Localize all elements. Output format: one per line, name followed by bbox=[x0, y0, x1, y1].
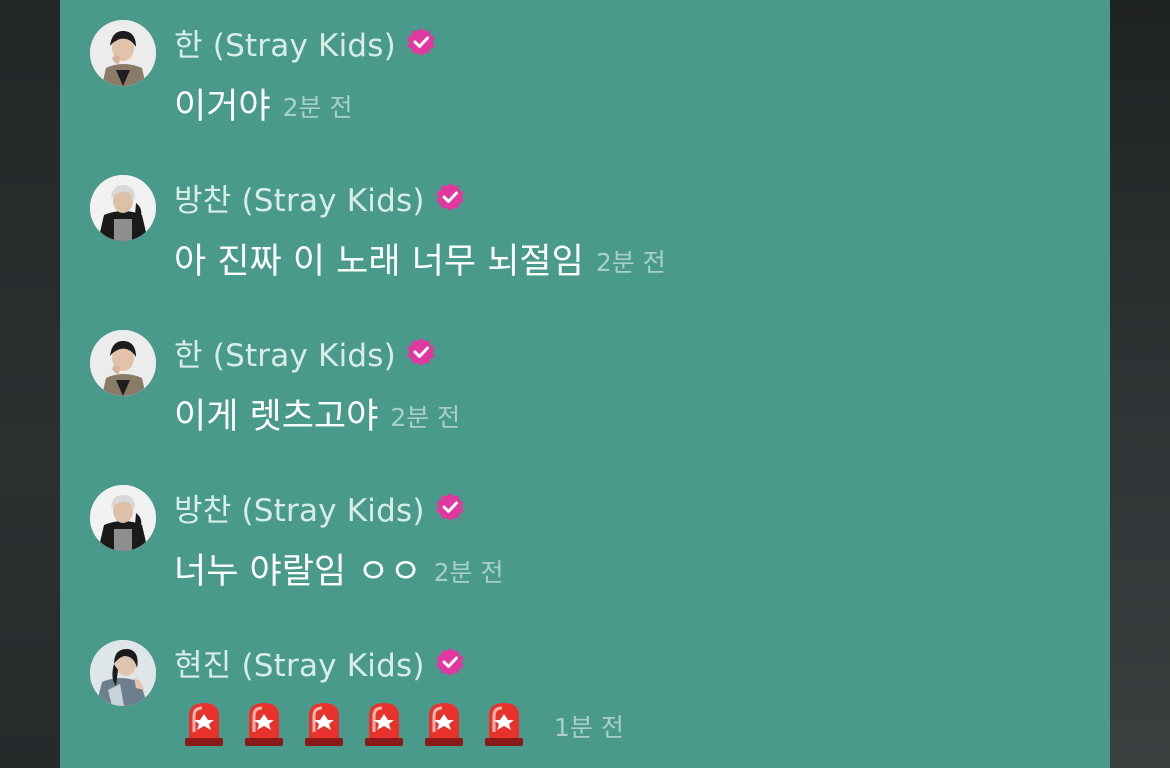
siren-icon bbox=[482, 698, 526, 748]
background-right-edge bbox=[1110, 0, 1170, 768]
message-text: 아 진짜 이 노래 너무 뇌절임 bbox=[174, 241, 584, 282]
author-name[interactable]: 방찬 (Stray Kids) bbox=[174, 175, 425, 220]
author-name[interactable]: 현진 (Stray Kids) bbox=[174, 640, 425, 685]
message-time: 2분 전 bbox=[390, 403, 461, 432]
verified-badge-icon bbox=[435, 492, 465, 522]
chat-panel[interactable]: 한 (Stray Kids) 이거야 2분 전 방찬 (Stray Kids) … bbox=[60, 0, 1110, 768]
message-time: 2분 전 bbox=[433, 558, 504, 587]
message-time: 1분 전 bbox=[554, 713, 624, 742]
message-time: 2분 전 bbox=[282, 93, 353, 122]
message-time: 2분 전 bbox=[595, 248, 666, 277]
author-name[interactable]: 한 (Stray Kids) bbox=[174, 20, 396, 65]
background-left-edge bbox=[0, 0, 60, 768]
verified-badge-icon bbox=[435, 647, 465, 677]
siren-icon bbox=[302, 698, 346, 748]
han-avatar[interactable] bbox=[90, 330, 156, 396]
chat-message: 한 (Stray Kids) 이거야 2분 전 bbox=[90, 20, 1090, 150]
message-text bbox=[174, 698, 542, 748]
verified-badge-icon bbox=[406, 337, 436, 367]
han-avatar[interactable] bbox=[90, 20, 156, 86]
chat-message: 방찬 (Stray Kids) 너누 야랄임 ㅇㅇ 2분 전 bbox=[90, 485, 1090, 615]
siren-icon bbox=[242, 698, 286, 748]
siren-icon bbox=[362, 698, 406, 748]
verified-badge-icon bbox=[406, 27, 436, 57]
message-text: 너누 야랄임 ㅇㅇ bbox=[174, 551, 422, 592]
bangchan-avatar[interactable] bbox=[90, 175, 156, 241]
author-name[interactable]: 방찬 (Stray Kids) bbox=[174, 485, 425, 530]
chat-message: 현진 (Stray Kids) 1분 전 bbox=[90, 640, 1090, 768]
chat-message: 방찬 (Stray Kids) 아 진짜 이 노래 너무 뇌절임 2분 전 bbox=[90, 175, 1090, 305]
hyunjin-avatar[interactable] bbox=[90, 640, 156, 706]
message-text: 이게 렛츠고야 bbox=[174, 396, 379, 437]
bangchan-avatar[interactable] bbox=[90, 485, 156, 551]
siren-icon bbox=[422, 698, 466, 748]
author-name[interactable]: 한 (Stray Kids) bbox=[174, 330, 396, 375]
verified-badge-icon bbox=[435, 182, 465, 212]
siren-icon bbox=[182, 698, 226, 748]
message-text: 이거야 bbox=[174, 86, 271, 127]
chat-message: 한 (Stray Kids) 이게 렛츠고야 2분 전 bbox=[90, 330, 1090, 460]
